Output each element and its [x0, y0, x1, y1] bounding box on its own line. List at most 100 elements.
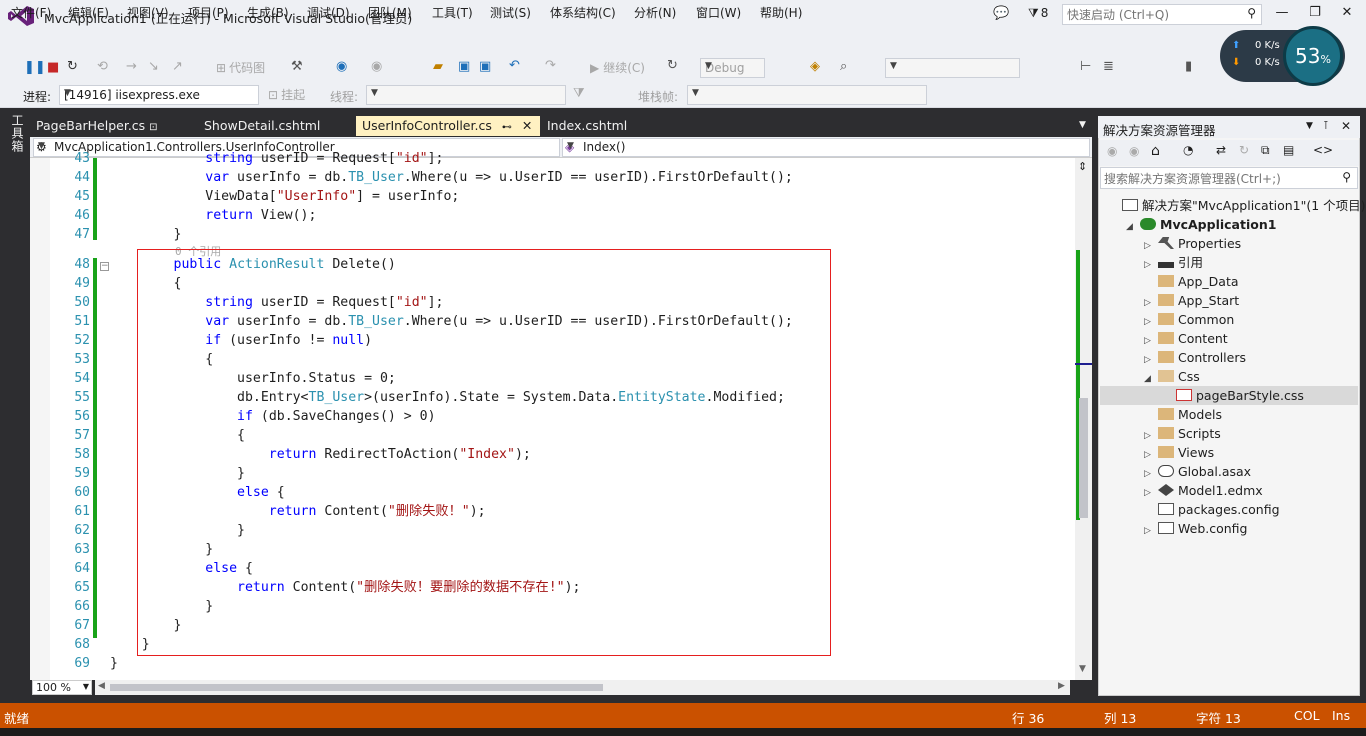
- open-folder-icon[interactable]: ▰: [433, 59, 443, 74]
- menu-build[interactable]: 生成(B): [247, 4, 289, 21]
- code-line[interactable]: var userInfo = db.TB_User.Where(u => u.U…: [110, 168, 793, 187]
- code-line[interactable]: {: [110, 274, 182, 293]
- process-dropdown[interactable]: [14916] iisexpress.exe ▼: [59, 85, 259, 105]
- expand-arrow-icon[interactable]: ▷: [1144, 522, 1158, 541]
- view-code-icon[interactable]: <>: [1313, 143, 1333, 157]
- collapse-icon[interactable]: −: [100, 262, 109, 271]
- code-line[interactable]: }: [110, 635, 150, 654]
- tree-item-content[interactable]: ▷ Content: [1144, 329, 1228, 348]
- scroll-down-icon[interactable]: ▼: [1079, 664, 1086, 674]
- pin-icon[interactable]: ⊡: [149, 122, 157, 133]
- menu-analyze[interactable]: 分析(N): [634, 4, 676, 21]
- back-icon[interactable]: ◉: [336, 59, 347, 74]
- code-line[interactable]: }: [110, 521, 245, 540]
- vertical-scrollbar[interactable]: ⇕ ▼: [1075, 158, 1092, 680]
- panel-close-icon[interactable]: ✕: [1341, 119, 1351, 133]
- code-line[interactable]: }: [110, 464, 245, 483]
- tree-item-common[interactable]: ▷ Common: [1144, 310, 1234, 329]
- tree-item-scripts[interactable]: ▷ Scripts: [1144, 424, 1221, 443]
- forward-icon[interactable]: ◉: [1129, 144, 1139, 158]
- step-over-icon[interactable]: →: [126, 59, 137, 74]
- browser-link-icon[interactable]: ◈: [810, 59, 820, 74]
- code-line[interactable]: }: [110, 616, 182, 635]
- code-line[interactable]: return View();: [110, 206, 316, 225]
- minimize-button[interactable]: —: [1273, 5, 1291, 23]
- quick-launch-input[interactable]: [1067, 7, 1237, 22]
- code-line[interactable]: return Content("删除失败！");: [110, 502, 486, 521]
- menu-debug[interactable]: 调试(D): [307, 4, 350, 21]
- code-line[interactable]: db.Entry<TB_User>(userInfo).State = Syst…: [110, 388, 785, 407]
- tree-item-web-config[interactable]: ▷ Web.config: [1144, 519, 1247, 538]
- member-dropdown[interactable]: ◈ Index() ▼: [562, 138, 1090, 157]
- home-icon[interactable]: ⌂: [1151, 143, 1160, 159]
- indent-icon[interactable]: ≣: [1103, 59, 1114, 74]
- redo-icon[interactable]: ↷: [545, 58, 556, 73]
- menu-architecture[interactable]: 体系结构(C): [550, 4, 616, 21]
- tab-pagebarhelper[interactable]: PageBarHelper.cs ⊡: [30, 116, 164, 136]
- attach-icon[interactable]: ⟲: [97, 59, 108, 74]
- menu-file[interactable]: 文件(F): [11, 4, 51, 21]
- code-line[interactable]: return RedirectToAction("Index");: [110, 445, 531, 464]
- solution-search[interactable]: ⚲: [1100, 167, 1358, 189]
- menu-project[interactable]: 项目(P): [188, 4, 229, 21]
- search-icon[interactable]: ⚲: [1342, 170, 1351, 184]
- code-line[interactable]: return Content("删除失败！要删除的数据不存在!");: [110, 578, 580, 597]
- close-tab-icon[interactable]: ✕: [522, 118, 532, 133]
- code-line[interactable]: string userID = Request["id"];: [110, 149, 443, 168]
- back-icon[interactable]: ◉: [1107, 144, 1117, 158]
- pin-icon[interactable]: ⊷: [502, 122, 512, 133]
- show-all-files-icon[interactable]: ▤: [1283, 143, 1294, 157]
- suspend-button[interactable]: ⊡ 挂起: [268, 86, 305, 103]
- solution-platform-dropdown[interactable]: ▼: [885, 58, 1020, 78]
- tree-item-app-start[interactable]: ▷ App_Start: [1144, 291, 1239, 310]
- save-icon[interactable]: ▣: [458, 59, 470, 74]
- code-line[interactable]: if (db.SaveChanges() > 0): [110, 407, 436, 426]
- align-left-icon[interactable]: ⊢: [1080, 59, 1091, 74]
- save-all-icon[interactable]: ▣: [479, 59, 491, 74]
- bookmark-icon[interactable]: ▮: [1185, 59, 1192, 74]
- code-line[interactable]: ViewData["UserInfo"] = userInfo;: [110, 187, 459, 206]
- tree-item-controllers[interactable]: ▷ Controllers: [1144, 348, 1246, 367]
- continue-button[interactable]: ▶ 继续(C): [590, 59, 645, 76]
- menu-team[interactable]: 团队(M): [368, 4, 412, 21]
- horizontal-scrollbar[interactable]: ◀ ▶: [95, 680, 1070, 695]
- code-line[interactable]: }: [110, 597, 213, 616]
- tree-item-css[interactable]: ◢ Css: [1144, 367, 1200, 386]
- refresh-icon[interactable]: ↻: [667, 58, 678, 73]
- code-line[interactable]: userInfo.Status = 0;: [110, 369, 396, 388]
- menu-help[interactable]: 帮助(H): [760, 4, 802, 21]
- step-out-icon[interactable]: ↗: [172, 59, 183, 74]
- tree-item-mvcapplication1-1[interactable]: 解决方案"MvcApplication1"(1 个项目): [1108, 196, 1366, 215]
- tab-overflow-icon[interactable]: ▼: [1079, 120, 1086, 130]
- filter-icon[interactable]: ⧩: [573, 86, 585, 101]
- hscroll-thumb[interactable]: [110, 684, 603, 691]
- code-map-button[interactable]: ⊞ 代码图: [216, 59, 265, 76]
- expand-arrow-icon[interactable]: ◢: [1126, 218, 1140, 237]
- panel-pin-icon[interactable]: ⊺: [1323, 119, 1329, 132]
- tree-item-packages-config[interactable]: packages.config: [1144, 500, 1280, 519]
- forward-icon[interactable]: ◉: [371, 59, 382, 74]
- pause-icon[interactable]: ❚❚: [24, 60, 46, 75]
- code-line[interactable]: var userInfo = db.TB_User.Where(u => u.U…: [110, 312, 793, 331]
- step-into-icon[interactable]: ↘: [148, 59, 159, 74]
- code-line[interactable]: }: [110, 540, 213, 559]
- find-icon[interactable]: ⌕: [840, 59, 847, 74]
- tree-item-model1-edmx[interactable]: ▷ Model1.edmx: [1144, 481, 1263, 500]
- split-icon[interactable]: ⇕: [1078, 160, 1087, 173]
- menu-window[interactable]: 窗口(W): [696, 4, 741, 21]
- scroll-thumb[interactable]: [1079, 398, 1088, 518]
- stack-frame-dropdown[interactable]: ▼: [687, 85, 927, 105]
- feedback-icon[interactable]: 💬: [993, 6, 1009, 21]
- scroll-left-icon[interactable]: ◀: [98, 681, 105, 691]
- tree-item-mvcapplication1[interactable]: ◢ MvcApplication1: [1126, 215, 1276, 234]
- stop-icon[interactable]: ■: [47, 60, 59, 75]
- toolbox-tab[interactable]: 工具箱: [6, 114, 26, 153]
- thread-dropdown[interactable]: ▼: [366, 85, 566, 105]
- panel-menu-icon[interactable]: ▼: [1306, 121, 1313, 131]
- pending-changes-icon[interactable]: ◔: [1183, 143, 1193, 157]
- code-line[interactable]: }: [110, 225, 182, 244]
- close-window-button[interactable]: ✕: [1338, 5, 1356, 23]
- quick-launch[interactable]: ⚲: [1062, 4, 1262, 25]
- restart-icon[interactable]: ↻: [67, 59, 78, 74]
- collapse-all-icon[interactable]: ⧉: [1261, 143, 1270, 158]
